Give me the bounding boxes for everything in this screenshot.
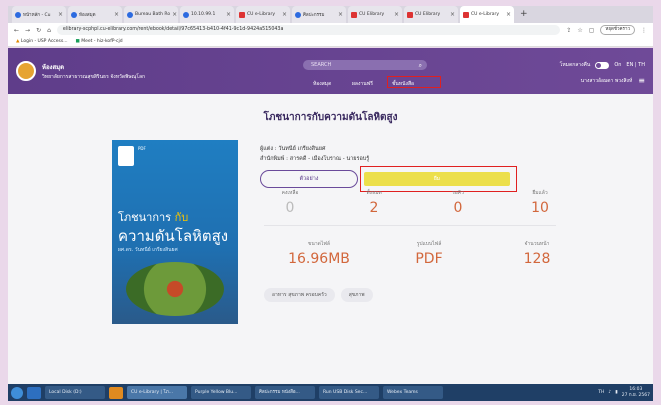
browser-tab[interactable]: หน้าหลัก - Cu ×: [12, 6, 66, 23]
taskbar: Local Disk (D:) CU e-Library | โภ... Pur…: [8, 384, 653, 401]
bookmark-login[interactable]: ▲ Login - USP Access...: [16, 39, 68, 44]
site-header: ห้องสมุด วิทยาลัยการสาธารณสุขสิรินธร จัง…: [8, 48, 653, 94]
file-size: ขนาดไฟล์ 16.96MB: [288, 241, 350, 267]
tag-chip[interactable]: อาหาร สุขภาพ ครอบครัว: [264, 288, 335, 302]
url-input[interactable]: elibrary-scphpl.cu-elibrary.com/rent/ebo…: [56, 25, 561, 35]
book-author: ผู้แต่ง : วันทนีย์ เกรียงสินยศ: [260, 146, 326, 152]
book-publisher: สำนักพิมพ์ : สารคดี - เมืองโบราณ - นายรอ…: [260, 156, 370, 162]
cover-authors: ผศ.ดร. วันทนีย์ เกรียงสินยศ: [118, 247, 178, 253]
user-area: นางสาวอ้อมดา พวงสิงห์ ≡: [581, 76, 645, 85]
taskbar-item-active[interactable]: CU e-Library | โภ...: [127, 386, 187, 399]
browser-tab[interactable]: ห้องสมุด ×: [68, 6, 122, 23]
cu-icon: [239, 11, 245, 18]
start-button[interactable]: [11, 386, 23, 399]
forward-icon[interactable]: →: [25, 27, 30, 34]
highlight-box: [387, 76, 441, 88]
book-cover: PDF โภชนาการ กับ ความดันโลหิตสูง ผศ.ดร. …: [112, 140, 238, 324]
cover-badge: PDF: [138, 146, 146, 151]
page-icon: [127, 11, 133, 18]
browser-tab[interactable]: CU Elibrary ×: [348, 6, 402, 23]
page-count: จำนวนหน้า 128: [523, 241, 551, 267]
search-icon[interactable]: ⌕: [419, 61, 422, 71]
browser-tab-strip: หน้าหลัก - Cu × ห้องสมุด × Bureau Bath Ro ×…: [8, 6, 653, 23]
browser-tab-active[interactable]: CU e-Library ×: [460, 6, 514, 23]
browser-tab[interactable]: CU e-Library ×: [236, 6, 290, 23]
night-mode-toggle[interactable]: [595, 61, 610, 69]
meet-icon: ■: [75, 39, 80, 44]
library-logo[interactable]: [16, 61, 36, 81]
publisher-logo-icon: [118, 146, 134, 166]
system-tray: TH ♪ ▮ 16:03 27 ก.ย. 2567: [598, 387, 650, 399]
clock[interactable]: 16:03 27 ก.ย. 2567: [622, 387, 650, 399]
browser-tab[interactable]: 10.10.99.1 ×: [180, 6, 234, 23]
page-icon: [295, 11, 301, 18]
browser-tab[interactable]: Bureau Bath Ro ×: [124, 6, 178, 23]
browser-tab[interactable]: CU Elibrary ×: [404, 6, 458, 23]
volume-icon[interactable]: ♪: [608, 390, 611, 395]
reload-icon[interactable]: ↻: [36, 27, 41, 34]
nav-library[interactable]: ห้องสมุด: [313, 80, 331, 88]
address-bar: ← → ↻ ⌂ elibrary-scphpl.cu-elibrary.com/…: [8, 23, 653, 37]
star-icon[interactable]: ☆: [577, 27, 582, 34]
taskbar-item[interactable]: Local Disk (D:): [45, 386, 105, 399]
night-mode-label: โหมดกลางคืน: [559, 62, 591, 68]
book-title: โภชนาการกับความดันโลหิตสูง: [263, 112, 398, 123]
menu-icon[interactable]: ⋮: [641, 27, 647, 34]
stat-remaining: คงเหลือ 0: [281, 190, 299, 216]
tag-chip[interactable]: สุขภาพ: [340, 288, 373, 302]
bookmarks-bar: ▲ Login - USP Access... ■ Meet - hiz-kof…: [8, 37, 653, 47]
tray-language[interactable]: TH: [598, 390, 604, 395]
media-player-icon[interactable]: [109, 386, 123, 399]
share-icon[interactable]: ⇪: [566, 27, 571, 34]
nav-free-works[interactable]: ผลงานฟรี: [352, 80, 373, 88]
cover-title-line2: ความดันโลหิตสูง: [118, 227, 229, 245]
page-icon: [71, 11, 77, 18]
home-icon[interactable]: ⌂: [47, 27, 51, 34]
taskbar-item[interactable]: Run USB Disk Sec...: [319, 386, 379, 399]
new-tab-button[interactable]: +: [516, 6, 532, 23]
close-icon[interactable]: ×: [114, 11, 119, 18]
stat-queue: รอคิว 0: [452, 190, 464, 216]
back-icon[interactable]: ←: [14, 27, 19, 34]
close-icon[interactable]: ×: [506, 11, 511, 18]
stat-borrowed: ยืมแล้ว 10: [531, 190, 549, 216]
close-icon[interactable]: ×: [282, 11, 287, 18]
toggle-state: On: [614, 62, 622, 68]
close-icon[interactable]: ×: [58, 11, 63, 18]
page-icon: [15, 11, 21, 18]
brand-name: ห้องสมุด: [42, 64, 65, 71]
sample-button[interactable]: ตัวอย่าง: [260, 170, 358, 188]
page-icon: [183, 11, 189, 18]
ie-icon[interactable]: [27, 386, 41, 399]
taskbar-item[interactable]: ศิลปะกรรม หนังสือ...: [255, 386, 315, 399]
header-controls: โหมดกลางคืน On EN | TH: [560, 61, 645, 69]
profile-button[interactable]: หยุดชั่วคราว: [600, 25, 635, 35]
taskbar-item[interactable]: Webex Teams: [383, 386, 443, 399]
close-icon[interactable]: ×: [172, 11, 177, 18]
close-icon[interactable]: ×: [450, 11, 455, 18]
bookmark-meet[interactable]: ■ Meet - hiz-kofP-cjd: [76, 39, 123, 44]
cu-icon: [463, 11, 469, 18]
food-plate-image: [126, 262, 224, 316]
book-detail: โภชนาการกับความดันโลหิตสูง PDF โภชนาการ …: [8, 94, 653, 384]
hamburger-menu-icon[interactable]: ≡: [638, 76, 645, 85]
language-switch[interactable]: EN | TH: [626, 62, 645, 68]
tag-list: อาหาร สุขภาพ ครอบครัว สุขภาพ: [264, 288, 373, 302]
browser-tab[interactable]: ศิลปะกรรม ×: [292, 6, 346, 23]
user-name[interactable]: นางสาวอ้อมดา พวงสิงห์: [581, 77, 633, 85]
network-icon[interactable]: ▮: [615, 390, 617, 395]
divider: [264, 225, 556, 226]
close-icon[interactable]: ×: [394, 11, 399, 18]
brand-subtitle: วิทยาลัยการสาธารณสุขสิรินธร จังหวัดพิษณุ…: [42, 74, 146, 80]
taskbar-item[interactable]: Purple Yellow Blu...: [191, 386, 251, 399]
close-icon[interactable]: ×: [338, 11, 343, 18]
cu-icon: [351, 11, 357, 18]
search-input[interactable]: SEARCH ⌕: [303, 60, 427, 70]
stat-total: ทั้งหมด 2: [366, 190, 382, 216]
warning-icon: ▲: [16, 39, 20, 44]
cu-icon: [407, 11, 413, 18]
file-format: รูปแบบไฟล์ PDF: [415, 241, 443, 267]
close-icon[interactable]: ×: [226, 11, 231, 18]
sidebar-icon[interactable]: ▢: [589, 27, 595, 34]
